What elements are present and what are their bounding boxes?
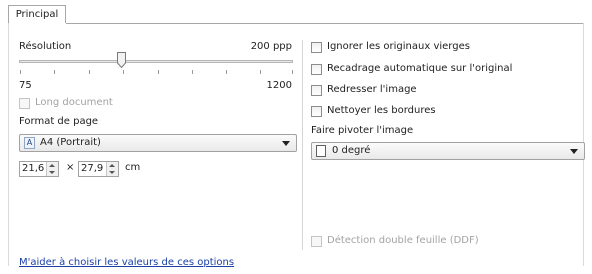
resolution-max: 1200 bbox=[266, 80, 292, 91]
rotate-select[interactable]: 0 degré bbox=[311, 142, 585, 160]
straighten-label: Redresser l'image bbox=[327, 84, 417, 95]
chevron-down-icon bbox=[282, 141, 290, 146]
resolution-slider-thumb[interactable] bbox=[117, 52, 126, 68]
tab-label: Principal bbox=[15, 9, 59, 20]
page-format-label: Format de page bbox=[19, 116, 99, 127]
rotate-value: 0 degré bbox=[332, 145, 371, 156]
column-divider bbox=[302, 40, 303, 250]
ddf-checkbox[interactable] bbox=[311, 236, 322, 247]
spin-up-icon bbox=[109, 164, 115, 167]
slider-tick bbox=[292, 70, 293, 74]
auto-crop-checkbox[interactable] bbox=[311, 64, 322, 75]
clean-borders-checkbox[interactable] bbox=[311, 106, 322, 117]
slider-tick bbox=[158, 70, 159, 74]
resolution-label: Résolution bbox=[19, 41, 72, 52]
ignore-blank-label: Ignorer les originaux vierges bbox=[327, 41, 470, 52]
straighten-checkbox[interactable] bbox=[311, 85, 322, 96]
ignore-blank-checkbox[interactable] bbox=[311, 42, 322, 53]
dimension-unit: cm bbox=[125, 162, 141, 173]
page-height-value: 27,9 bbox=[81, 163, 104, 174]
long-document-label: Long document bbox=[35, 97, 113, 108]
page-height-input[interactable]: 27,9 bbox=[78, 161, 119, 177]
slider-tick bbox=[226, 70, 227, 74]
spin-down-icon bbox=[49, 171, 55, 174]
page-width-input[interactable]: 21,6 bbox=[19, 161, 59, 177]
resolution-value: 200 ppp bbox=[250, 41, 292, 52]
resolution-min: 75 bbox=[19, 80, 32, 91]
chevron-down-icon bbox=[570, 149, 578, 154]
page-width-value: 21,6 bbox=[22, 163, 45, 174]
spin-down-icon bbox=[109, 171, 115, 174]
resolution-slider-track[interactable] bbox=[19, 60, 293, 63]
slider-tick bbox=[123, 70, 124, 74]
spin-up-icon bbox=[49, 164, 55, 167]
page-rotate-icon bbox=[316, 145, 326, 157]
page-width-spinner[interactable] bbox=[46, 162, 58, 176]
auto-crop-label: Recadrage automatique sur l'original bbox=[327, 63, 513, 74]
tab-principal[interactable]: Principal bbox=[8, 5, 66, 23]
slider-tick bbox=[192, 70, 193, 74]
long-document-checkbox[interactable] bbox=[19, 98, 30, 109]
help-link[interactable]: M'aider à choisir les valeurs de ces opt… bbox=[19, 257, 234, 268]
slider-tick bbox=[54, 70, 55, 74]
rotate-label: Faire pivoter l'image bbox=[311, 125, 414, 136]
page-format-value: A4 (Portrait) bbox=[40, 137, 101, 148]
page-size-icon: A bbox=[24, 137, 35, 149]
slider-tick bbox=[20, 70, 21, 74]
page-height-spinner[interactable] bbox=[106, 162, 118, 176]
page-format-select[interactable]: A A4 (Portrait) bbox=[19, 134, 297, 152]
clean-borders-label: Nettoyer les bordures bbox=[327, 105, 436, 116]
slider-tick bbox=[260, 70, 261, 74]
dimension-times: × bbox=[66, 162, 75, 173]
ddf-label: Détection double feuille (DDF) bbox=[327, 235, 479, 246]
slider-tick bbox=[89, 70, 90, 74]
